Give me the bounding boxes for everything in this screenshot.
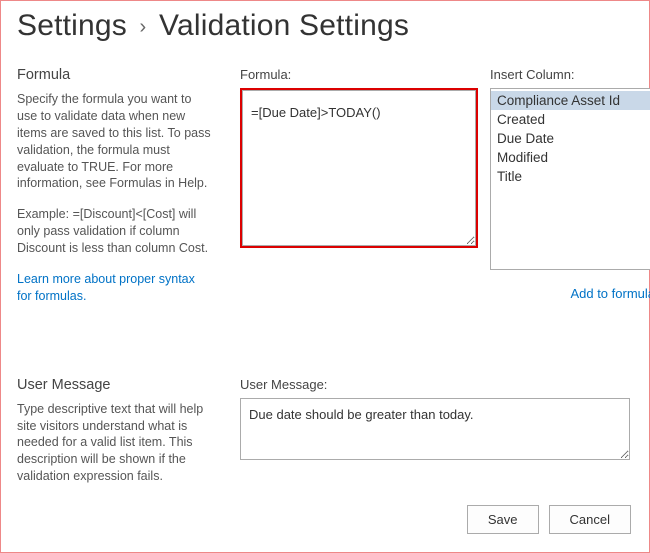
formula-learn-link[interactable]: Learn more about proper syntax for formu… bbox=[17, 271, 212, 305]
column-item[interactable]: Modified bbox=[491, 148, 650, 167]
formula-highlight-box: =[Due Date]>TODAY() bbox=[240, 88, 478, 248]
formula-field-label: Formula: bbox=[240, 67, 478, 82]
breadcrumb-root[interactable]: Settings bbox=[17, 9, 127, 42]
button-row: Save Cancel bbox=[467, 505, 631, 534]
formula-section: Formula Specify the formula you want to … bbox=[17, 67, 633, 319]
insert-column-list[interactable]: Compliance Asset Id Created Due Date Mod… bbox=[490, 88, 650, 270]
column-item[interactable]: Title bbox=[491, 167, 650, 186]
breadcrumb-page: Validation Settings bbox=[159, 9, 409, 42]
user-message-field-label: User Message: bbox=[240, 377, 633, 392]
formula-desc: Specify the formula you want to use to v… bbox=[17, 91, 212, 192]
formula-example: Example: =[Discount]<[Cost] will only pa… bbox=[17, 206, 212, 257]
user-message-input[interactable]: Due date should be greater than today. bbox=[240, 398, 630, 460]
cancel-button[interactable]: Cancel bbox=[549, 505, 631, 534]
insert-column-label: Insert Column: bbox=[490, 67, 650, 82]
formula-heading: Formula bbox=[17, 67, 212, 83]
column-item[interactable]: Due Date bbox=[491, 129, 650, 148]
column-item[interactable]: Created bbox=[491, 110, 650, 129]
page-title: Settings › Validation Settings bbox=[17, 9, 633, 43]
formula-input[interactable]: =[Due Date]>TODAY() bbox=[242, 90, 476, 246]
user-message-heading: User Message bbox=[17, 377, 212, 393]
user-message-desc: Type descriptive text that will help sit… bbox=[17, 401, 212, 485]
user-message-section: User Message Type descriptive text that … bbox=[17, 377, 633, 499]
breadcrumb-separator-icon: › bbox=[136, 16, 151, 38]
save-button[interactable]: Save bbox=[467, 505, 539, 534]
column-item[interactable]: Compliance Asset Id bbox=[491, 91, 650, 110]
add-to-formula-link[interactable]: Add to formula bbox=[490, 286, 650, 301]
